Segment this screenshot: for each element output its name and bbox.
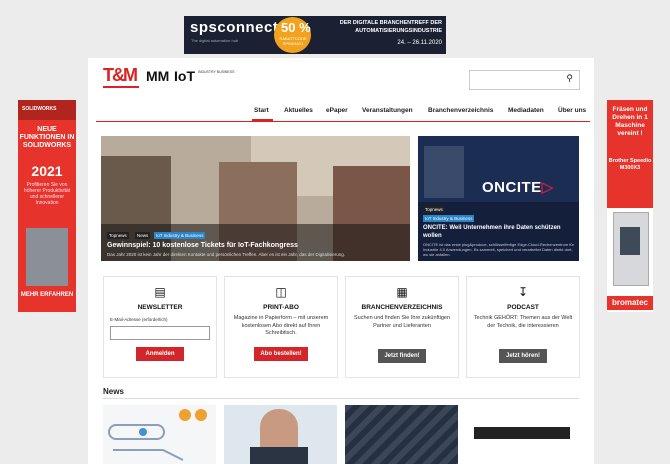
banner-dates: 24. – 26.11.2020 [397, 40, 442, 46]
tm-logo[interactable]: T&M [103, 65, 139, 89]
side-subtext: ONCITE ist das erste plug&produce, schlü… [423, 242, 574, 257]
search-icon[interactable]: ⚲ [566, 73, 573, 84]
nav-branchenverzeichnis[interactable]: Branchenverzeichnis [428, 107, 493, 114]
server-rack-image [424, 146, 464, 198]
nav-veranstaltungen[interactable]: Veranstaltungen [362, 107, 413, 114]
book-icon: ◫ [275, 285, 287, 299]
side-headline[interactable]: ONCITE: Weil Unternehmen ihre Daten schü… [423, 224, 573, 240]
card-description: Suchen und finden Sie Ihre zukünftigen P… [353, 315, 450, 329]
tag-topnews[interactable]: Topnews [423, 206, 445, 213]
ad-brand: SOLIDWORKS [22, 106, 57, 112]
news-thumbnail[interactable] [224, 405, 337, 464]
subscribe-button[interactable]: Anmelden [136, 347, 184, 361]
badge-code: RABATTCODE SPSXHA21 [279, 36, 307, 46]
ad-headline: NEUE FUNKTIONEN IN SOLIDWORKS [19, 126, 75, 149]
banner-line1: DER DIGITALE BRANCHENTREFF DER [339, 20, 442, 26]
print-abo-card: ◫ PRINT-ABO Magazine in Papierform – mit… [224, 276, 338, 378]
tm-logo-bar [103, 86, 139, 88]
card-description: Technik GEHÖRT: Themen aus der Welt der … [473, 315, 573, 329]
badge-percent: 50 % [281, 20, 311, 35]
news-thumbnail[interactable] [466, 405, 579, 464]
tag-topnews[interactable]: Topnews [107, 232, 129, 239]
banner-brand-sub: The digital automation hub [191, 38, 239, 43]
oncite-logo: ONCITE▷ [482, 178, 554, 196]
email-field[interactable] [110, 326, 210, 340]
nav-epaper[interactable]: ePaper [326, 107, 348, 114]
hero-headline[interactable]: Gewinnspiel: 10 kostenlose Tickets für I… [107, 242, 298, 249]
ad-headline: Fräsen und Drehen in 1 Maschine vereint … [612, 106, 648, 137]
switch-device-image [474, 427, 570, 439]
news-heading: News [103, 387, 124, 396]
oncite-text: ONCITE [482, 179, 542, 196]
find-button[interactable]: Jetzt finden! [378, 349, 426, 363]
iot-logo-sub: INDUSTRY BUSINESS [198, 70, 235, 74]
banner-brand: spsconnect [190, 19, 279, 36]
download-icon: ↧ [517, 285, 529, 299]
branchenverzeichnis-card: ▦ BRANCHENVERZEICHNIS Suchen und finden … [345, 276, 459, 378]
newspaper-icon: ▤ [154, 285, 166, 299]
hero-subtext: Das Jahr 2020 ist kein Jahr der direkten… [107, 252, 346, 257]
card-title: PRINT-ABO [263, 304, 299, 311]
nav-active-indicator [252, 119, 273, 121]
iot-logo[interactable]: IoT [174, 68, 195, 84]
mm-logo[interactable]: MM [146, 68, 169, 84]
machine-image [613, 212, 649, 286]
nav-mediadaten[interactable]: Mediadaten [508, 107, 544, 114]
news-thumbnail[interactable] [345, 405, 458, 464]
ad-year: 2021 [31, 163, 63, 179]
search-input[interactable]: ⚲ [469, 70, 580, 90]
banner-line2: AUTOMATISIERUNGSINDUSTRIE [355, 28, 442, 34]
podcast-card: ↧ PODCAST Technik GEHÖRT: Themen aus der… [466, 276, 580, 378]
hero-story[interactable]: Topnews News IoT Industry & Business Gew… [101, 136, 410, 261]
nav-aktuelles[interactable]: Aktuelles [284, 107, 313, 114]
card-title: BRANCHENVERZEICHNIS [361, 304, 443, 311]
nav-start[interactable]: Start [254, 107, 269, 114]
newsletter-card: ▤ NEWSLETTER E-Mail-Adresse (erforderlic… [103, 276, 217, 378]
tm-logo-text: T&M [103, 65, 138, 85]
ad-logo: bromatec [607, 296, 653, 310]
discount-badge: 50 % RABATTCODE SPSXHA21 [274, 17, 311, 53]
play-icon: ▷ [541, 179, 554, 196]
tag-news[interactable]: News [135, 232, 151, 239]
right-skyscraper-ad[interactable]: Fräsen und Drehen in 1 Maschine vereint … [607, 100, 653, 312]
news-thumbnail[interactable] [103, 405, 216, 464]
card-title: NEWSLETTER [137, 304, 183, 311]
side-story[interactable]: ONCITE▷ Topnews IoT Industry & Business … [418, 136, 579, 261]
nav-underline [96, 121, 590, 122]
ad-cta[interactable]: MEHR ERFAHREN [18, 292, 76, 299]
left-skyscraper-ad[interactable]: SOLIDWORKS NEUE FUNKTIONEN IN SOLIDWORKS… [18, 100, 76, 312]
main-content [88, 58, 594, 464]
top-ad-banner[interactable]: spsconnect The digital automation hub 50… [184, 16, 446, 54]
diagram-image [108, 409, 207, 461]
portrait-suit [250, 447, 308, 464]
ad-text: Profitieren Sie von höherer Produktivitä… [23, 182, 71, 206]
cable-image [345, 405, 458, 464]
directory-icon: ▦ [396, 285, 408, 299]
tag-iot[interactable]: IoT Industry & Business [154, 232, 206, 239]
card-description: Magazine in Papierform – mit unserem kos… [233, 315, 329, 336]
tag-iot[interactable]: IoT Industry & Business [423, 215, 475, 222]
ad-product: Brother Speedio M300X3 [608, 158, 652, 171]
news-divider [103, 398, 579, 399]
order-abo-button[interactable]: Abo bestellen! [254, 347, 308, 361]
listen-button[interactable]: Jetzt hören! [499, 349, 547, 363]
nav-ueber-uns[interactable]: Über uns [558, 107, 586, 114]
card-title: PODCAST [507, 304, 539, 311]
ad-product-image [26, 228, 68, 286]
email-label: E-Mail-Adresse (erforderlich) [110, 317, 168, 322]
